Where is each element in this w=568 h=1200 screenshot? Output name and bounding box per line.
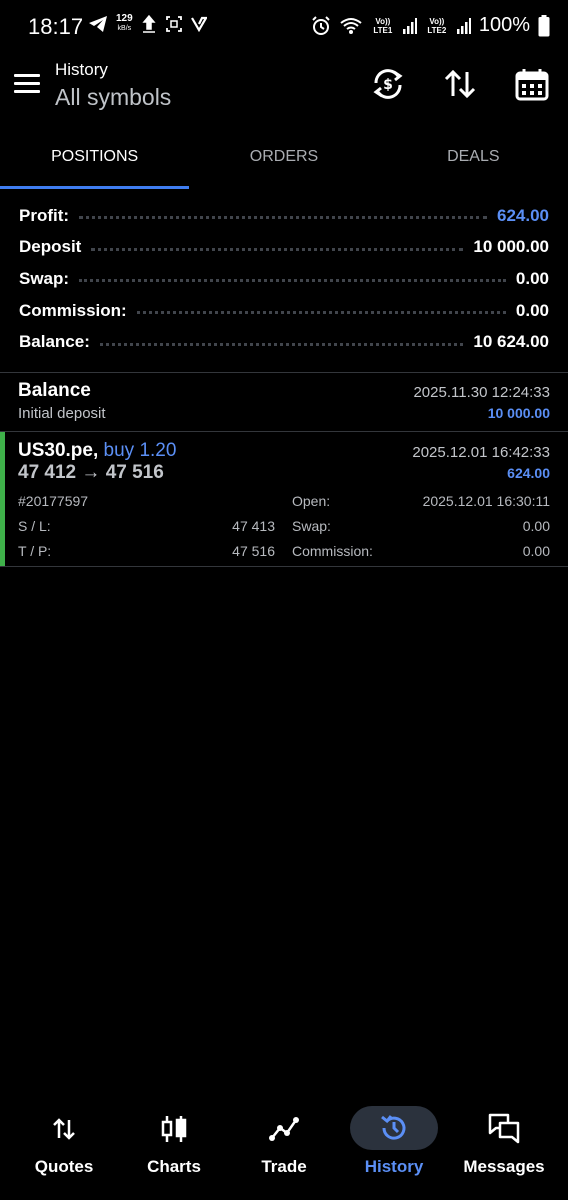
- buy-indicator-bar: [0, 432, 5, 566]
- sl-value: 47 413: [232, 518, 275, 534]
- nav-label: History: [364, 1157, 424, 1176]
- battery-percent: 100%: [478, 14, 530, 36]
- summary-value: 0.00: [515, 268, 549, 288]
- sim1-label: Vo)) LTE1: [373, 16, 393, 35]
- nav-messages[interactable]: Messages: [458, 1100, 550, 1190]
- symbol-filter[interactable]: All symbols: [55, 84, 171, 111]
- sim2-label: Vo)) LTE2: [427, 16, 447, 35]
- signal-icon: [402, 17, 417, 34]
- position-symbol: US30.pe, buy 1.20: [18, 440, 177, 461]
- position-entry[interactable]: US30.pe, buy 1.20 47 412 → 47 516 2025.1…: [0, 432, 568, 566]
- summary-row-deposit: Deposit 10 000.00: [0, 232, 568, 264]
- nav-history[interactable]: History: [348, 1100, 440, 1190]
- alarm-icon: [312, 15, 330, 35]
- bottom-nav: Quotes Charts Trade History Messages: [0, 1100, 568, 1200]
- summary-row-swap: Swap: 0.00: [0, 263, 568, 295]
- signal-icon: [456, 17, 471, 34]
- telegram-icon: [89, 16, 107, 32]
- nav-charts[interactable]: Charts: [128, 1100, 220, 1190]
- summary-row-balance: Balance: 10 624.00: [0, 326, 568, 358]
- tab-bar: POSITIONS ORDERS DEALS: [0, 132, 568, 189]
- nav-trade[interactable]: Trade: [238, 1100, 330, 1190]
- history-icon: [381, 1115, 406, 1140]
- summary-label: Swap:: [19, 268, 70, 288]
- status-bar: 18:17 129 kB/s Vo)) LTE1 Vo)) LTE2 100%: [0, 0, 568, 54]
- screen-capture-icon: [165, 16, 182, 32]
- nav-label: Messages: [463, 1157, 545, 1176]
- summary-value: 10 624.00: [473, 332, 549, 352]
- summary-label: Profit:: [19, 205, 70, 225]
- position-close-time: 2025.12.01 16:42:33: [412, 444, 550, 461]
- nav-label: Charts: [147, 1157, 201, 1176]
- summary-label: Deposit: [19, 237, 82, 257]
- account-summary: Profit: 624.00 Deposit 10 000.00 Swap: 0…: [0, 200, 568, 358]
- currency-exchange-icon[interactable]: $: [370, 66, 406, 102]
- summary-value: 624.00: [497, 205, 549, 225]
- divider: [0, 566, 568, 567]
- tp-value: 47 516: [232, 543, 275, 559]
- open-time: 2025.12.01 16:30:11: [422, 493, 550, 509]
- summary-value: 0.00: [515, 300, 549, 320]
- tab-positions[interactable]: POSITIONS: [0, 132, 190, 189]
- swap-label: Swap:: [292, 518, 331, 534]
- messages-icon: [488, 1113, 520, 1144]
- network-speed: 129 kB/s: [116, 13, 133, 33]
- entry-amount: 10 000.00: [487, 405, 550, 421]
- position-ticket: #20177597: [18, 493, 89, 509]
- position-prices: 47 412 → 47 516: [18, 462, 164, 483]
- commission-value: 0.00: [522, 543, 550, 559]
- upload-icon: [142, 14, 156, 33]
- v-app-icon: [190, 16, 207, 32]
- menu-icon[interactable]: [14, 74, 40, 94]
- summary-row-profit: Profit: 624.00: [0, 200, 568, 232]
- trade-line-icon: [269, 1117, 299, 1141]
- tab-deals[interactable]: DEALS: [379, 132, 568, 189]
- sl-label: S / L:: [18, 518, 51, 534]
- candlestick-icon: [161, 1116, 187, 1142]
- position-direction: buy 1.20: [103, 440, 177, 461]
- summary-value: 10 000.00: [473, 237, 549, 257]
- summary-label: Commission:: [19, 300, 127, 320]
- quotes-icon: [53, 1118, 75, 1140]
- status-time: 18:17: [28, 14, 84, 39]
- tp-label: T / P:: [18, 543, 52, 559]
- swap-value: 0.00: [522, 518, 550, 534]
- commission-label: Commission:: [292, 543, 373, 559]
- page-title: History: [55, 60, 108, 79]
- entry-description: Initial deposit: [18, 405, 106, 422]
- calendar-icon[interactable]: [514, 66, 550, 102]
- nav-label: Quotes: [34, 1157, 94, 1176]
- app-header: History All symbols $: [0, 54, 568, 124]
- nav-quotes[interactable]: Quotes: [18, 1100, 110, 1190]
- balance-entry[interactable]: Balance Initial deposit 2025.11.30 12:24…: [0, 373, 568, 431]
- entry-time: 2025.11.30 12:24:33: [413, 384, 550, 401]
- wifi-icon: [340, 17, 362, 34]
- entry-title: Balance: [18, 380, 91, 401]
- nav-label: Trade: [261, 1157, 307, 1176]
- battery-icon: [538, 14, 550, 36]
- position-profit: 624.00: [507, 465, 550, 481]
- summary-row-commission: Commission: 0.00: [0, 295, 568, 327]
- sort-icon[interactable]: [442, 66, 478, 102]
- summary-label: Balance:: [19, 332, 90, 352]
- svg-text:$: $: [383, 77, 393, 93]
- open-label: Open:: [292, 493, 331, 509]
- tab-orders[interactable]: ORDERS: [189, 132, 378, 189]
